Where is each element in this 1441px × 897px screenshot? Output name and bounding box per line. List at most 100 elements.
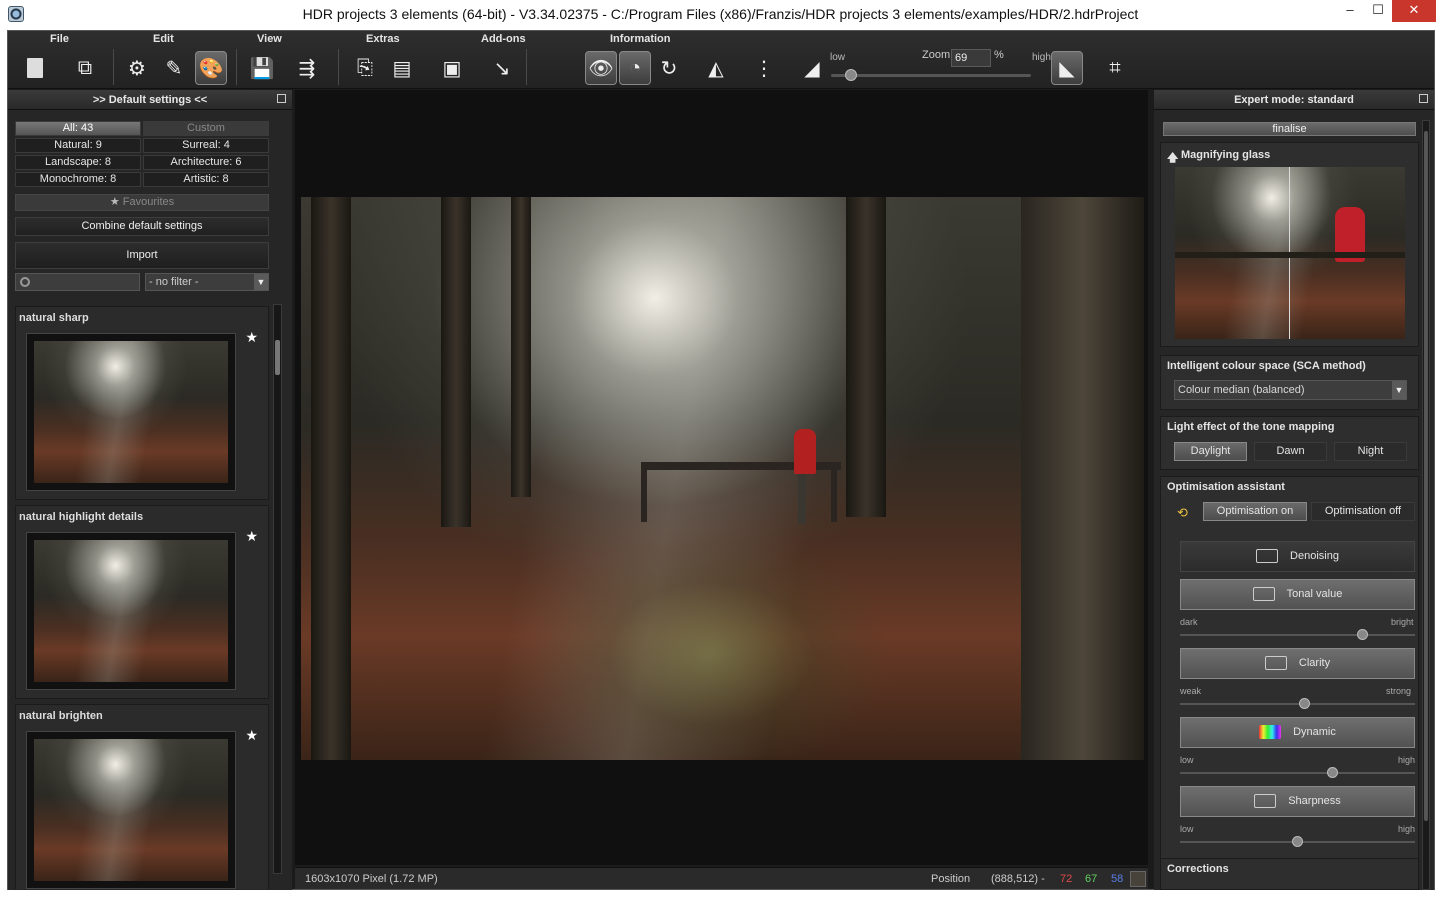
category-architecture[interactable]: Architecture: 6: [143, 155, 269, 170]
redo-icon[interactable]: ↻: [653, 51, 685, 85]
star-icon: ★: [109, 196, 120, 208]
preview-eye-icon[interactable]: 👁: [585, 51, 617, 85]
export-menu-icon[interactable]: ⇶: [291, 51, 323, 85]
expert-panel-scrollbar[interactable]: [1422, 120, 1430, 890]
dock-panel-icon[interactable]: [1419, 94, 1428, 103]
favourite-star-icon[interactable]: ★: [245, 329, 258, 346]
menu-information[interactable]: Information: [610, 33, 671, 45]
favourites-button[interactable]: ★ Favourites: [15, 194, 269, 211]
zoom-out-icon[interactable]: ◢: [796, 51, 828, 85]
zoom-slider-track[interactable]: [831, 74, 1031, 77]
light-daylight-option[interactable]: Daylight: [1174, 442, 1247, 461]
preset-thumbnail[interactable]: [26, 532, 236, 690]
save-icon[interactable]: 💾: [246, 51, 278, 85]
crop-rotate-icon[interactable]: ⌗: [1099, 51, 1131, 85]
tonal-max-label: bright: [1391, 617, 1414, 627]
expert-mode-title: Expert mode: standard: [1234, 94, 1354, 106]
preset-preview-image: [34, 540, 228, 682]
preset-item[interactable]: natural highlight details ★: [15, 505, 269, 699]
preset-thumbnail[interactable]: [26, 731, 236, 889]
category-all[interactable]: All: 43: [15, 121, 141, 136]
category-artistic[interactable]: Artistic: 8: [143, 172, 269, 187]
denoising-button[interactable]: Denoising: [1180, 541, 1415, 572]
preset-item[interactable]: natural sharp ★: [15, 306, 269, 500]
menu-extras[interactable]: Extras: [366, 33, 400, 45]
copy-icon[interactable]: ⧉: [69, 51, 101, 85]
category-surreal[interactable]: Surreal: 4: [143, 138, 269, 153]
clarity-button[interactable]: Clarity: [1180, 648, 1415, 679]
split-view-icon[interactable]: ⋮: [748, 51, 780, 85]
refresh-icon[interactable]: ⟲: [1177, 505, 1188, 521]
category-monochrome[interactable]: Monochrome: 8: [15, 172, 141, 187]
preset-list-scrollbar[interactable]: [273, 304, 282, 874]
new-file-icon[interactable]: [19, 51, 51, 85]
dynamic-button[interactable]: Dynamic: [1180, 717, 1415, 748]
dynamic-slider-track[interactable]: [1180, 772, 1415, 774]
menu-file[interactable]: File: [50, 33, 69, 45]
preset-item[interactable]: natural brighten ★: [15, 704, 269, 889]
close-button[interactable]: ✕: [1392, 0, 1436, 22]
zoom-label: Zoom: [922, 49, 951, 61]
sharpness-slider-handle[interactable]: [1291, 836, 1303, 847]
palette-icon[interactable]: 🎨: [195, 51, 227, 85]
combine-default-settings-button[interactable]: Combine default settings: [15, 217, 269, 236]
image-size-text: 1603x1070 Pixel (1.72 MP): [305, 873, 438, 885]
preset-filter-select[interactable]: - no filter - ▼: [145, 273, 269, 291]
dynamic-slider-handle[interactable]: [1326, 767, 1338, 778]
arrow-up-icon[interactable]: 🡅: [1167, 149, 1178, 168]
document-info-icon[interactable]: ▣: [436, 51, 468, 85]
category-landscape[interactable]: Landscape: 8: [15, 155, 141, 170]
mirror-icon[interactable]: ◭: [700, 51, 732, 85]
maximize-button[interactable]: ☐: [1366, 0, 1390, 22]
optimisation-on-button[interactable]: Optimisation on: [1203, 502, 1307, 521]
clarity-min-label: weak: [1180, 686, 1202, 696]
clarity-slider-track[interactable]: [1180, 703, 1415, 705]
green-value: 67: [1085, 873, 1098, 885]
light-night-option[interactable]: Night: [1334, 442, 1407, 461]
menu-add-ons[interactable]: Add-ons: [481, 33, 526, 45]
zoom-value-input[interactable]: 69: [951, 49, 991, 67]
dynamic-min-label: low: [1180, 755, 1194, 765]
favourite-star-icon[interactable]: ★: [245, 727, 258, 744]
import-button[interactable]: Import: [15, 242, 269, 269]
dynamic-label: Dynamic: [1293, 726, 1336, 738]
preset-thumbnail[interactable]: [26, 333, 236, 491]
category-natural[interactable]: Natural: 9: [15, 138, 141, 153]
minimize-button[interactable]: –: [1336, 0, 1364, 22]
menu-edit[interactable]: Edit: [153, 33, 174, 45]
image-canvas[interactable]: [295, 90, 1148, 865]
sharpness-button[interactable]: Sharpness: [1180, 786, 1415, 817]
preset-name: natural highlight details: [19, 511, 144, 523]
tonal-value-button[interactable]: Tonal value: [1180, 579, 1415, 610]
optimisation-off-button[interactable]: Optimisation off: [1311, 502, 1415, 521]
dock-panel-icon[interactable]: [277, 94, 286, 103]
magnifier-preview[interactable]: [1175, 167, 1405, 339]
menu-view[interactable]: View: [257, 33, 282, 45]
zoom-slider-handle[interactable]: [845, 69, 857, 81]
preset-search-input[interactable]: [15, 273, 140, 291]
tonal-value-slider-track[interactable]: [1180, 634, 1415, 636]
colour-space-select[interactable]: Colour median (balanced) ▼: [1174, 380, 1407, 400]
tonal-value-slider-handle[interactable]: [1357, 629, 1369, 640]
preset-name: natural sharp: [19, 312, 89, 324]
histogram-icon[interactable]: ↘: [486, 51, 518, 85]
film-strip-icon[interactable]: ▤: [386, 51, 418, 85]
light-dawn-option[interactable]: Dawn: [1254, 442, 1327, 461]
clarity-max-label: strong: [1386, 686, 1412, 696]
clarity-slider-handle[interactable]: [1298, 698, 1310, 709]
chevron-down-icon: ▼: [1392, 381, 1406, 399]
denoising-label: Denoising: [1290, 550, 1339, 562]
favourite-star-icon[interactable]: ★: [245, 528, 258, 545]
export-file-icon[interactable]: ⎘: [349, 51, 381, 85]
scrollbar-thumb[interactable]: [1424, 131, 1428, 821]
compare-icon[interactable]: ◔: [619, 51, 651, 85]
finalise-button[interactable]: finalise: [1163, 122, 1416, 136]
brush-icon[interactable]: ✎: [158, 51, 190, 85]
position-value: (888,512) -: [991, 873, 1045, 885]
settings-sliders-icon[interactable]: ⚙: [121, 51, 153, 85]
category-custom[interactable]: Custom: [143, 121, 269, 136]
hdr-photo-preview[interactable]: [301, 197, 1144, 760]
zoom-in-icon[interactable]: ◣: [1051, 51, 1083, 85]
magnifier-title-text: Magnifying glass: [1181, 149, 1271, 161]
scrollbar-thumb[interactable]: [275, 340, 280, 375]
